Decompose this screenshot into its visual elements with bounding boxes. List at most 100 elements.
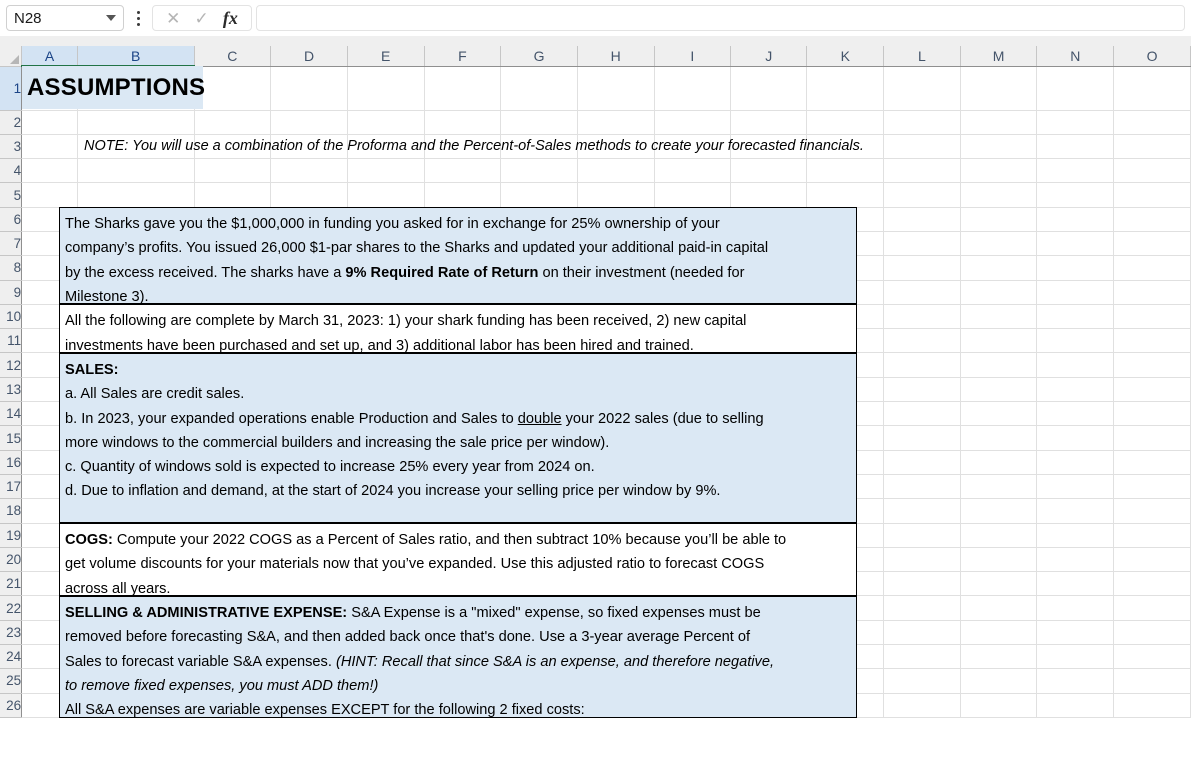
- cell-O25[interactable]: [1114, 669, 1191, 693]
- cell-O24[interactable]: [1114, 645, 1191, 669]
- cell-N6[interactable]: [1037, 207, 1114, 231]
- cell-M20[interactable]: [960, 547, 1037, 571]
- cell-O6[interactable]: [1114, 207, 1191, 231]
- insert-function-icon[interactable]: fx: [223, 9, 238, 27]
- cell-O5[interactable]: [1114, 183, 1191, 207]
- cell-M13[interactable]: [960, 377, 1037, 401]
- assumption-block[interactable]: COGS: Compute your 2022 COGS as a Percen…: [59, 523, 857, 596]
- cell-A2[interactable]: [22, 110, 78, 134]
- cell-O15[interactable]: [1114, 426, 1191, 450]
- cell-M9[interactable]: [960, 280, 1037, 304]
- cell-M26[interactable]: [960, 693, 1037, 717]
- cell-G1[interactable]: [501, 66, 578, 110]
- cell-I2[interactable]: [654, 110, 730, 134]
- cell-M14[interactable]: [960, 402, 1037, 426]
- cell-N14[interactable]: [1037, 402, 1114, 426]
- cell-L13[interactable]: [884, 377, 961, 401]
- row-header-3[interactable]: 3: [0, 134, 22, 158]
- row-header-25[interactable]: 25: [0, 669, 22, 693]
- row-header-24[interactable]: 24: [0, 645, 22, 669]
- cell-M25[interactable]: [960, 669, 1037, 693]
- column-header-c[interactable]: C: [194, 46, 271, 66]
- cell-O7[interactable]: [1114, 231, 1191, 255]
- cell-L24[interactable]: [884, 645, 961, 669]
- cell-L9[interactable]: [884, 280, 961, 304]
- cell-N5[interactable]: [1037, 183, 1114, 207]
- cell-N23[interactable]: [1037, 620, 1114, 644]
- cell-L10[interactable]: [884, 304, 961, 328]
- row-header-15[interactable]: 15: [0, 426, 22, 450]
- column-header-l[interactable]: L: [884, 46, 961, 66]
- cell-H2[interactable]: [577, 110, 654, 134]
- column-header-b[interactable]: B: [77, 46, 194, 66]
- cell-A5[interactable]: [22, 183, 78, 207]
- cell-E4[interactable]: [347, 159, 424, 183]
- cell-O11[interactable]: [1114, 329, 1191, 353]
- cell-I4[interactable]: [654, 159, 730, 183]
- cell-O10[interactable]: [1114, 304, 1191, 328]
- column-header-o[interactable]: O: [1114, 46, 1191, 66]
- cell-N24[interactable]: [1037, 645, 1114, 669]
- name-box[interactable]: N28: [6, 5, 124, 31]
- assumption-block[interactable]: All the following are complete by March …: [59, 304, 857, 353]
- row-header-12[interactable]: 12: [0, 353, 22, 377]
- row-header-18[interactable]: 18: [0, 499, 22, 523]
- column-header-a[interactable]: A: [22, 46, 78, 66]
- cell-M19[interactable]: [960, 523, 1037, 547]
- row-header-26[interactable]: 26: [0, 693, 22, 717]
- cell-N1[interactable]: [1037, 66, 1114, 110]
- row-header-13[interactable]: 13: [0, 377, 22, 401]
- row-header-11[interactable]: 11: [0, 329, 22, 353]
- cell-L25[interactable]: [884, 669, 961, 693]
- row-header-14[interactable]: 14: [0, 402, 22, 426]
- cell-O3[interactable]: [1114, 134, 1191, 158]
- cell-M16[interactable]: [960, 450, 1037, 474]
- cell-N26[interactable]: [1037, 693, 1114, 717]
- cell-D5[interactable]: [271, 183, 348, 207]
- cell-L11[interactable]: [884, 329, 961, 353]
- cell-C1[interactable]: [194, 66, 271, 110]
- cell-N8[interactable]: [1037, 256, 1114, 280]
- cell-O1[interactable]: [1114, 66, 1191, 110]
- column-header-k[interactable]: K: [807, 46, 884, 66]
- cell-O12[interactable]: [1114, 353, 1191, 377]
- row-header-21[interactable]: 21: [0, 572, 22, 596]
- cell-M23[interactable]: [960, 620, 1037, 644]
- formula-bar-more-icon[interactable]: [129, 5, 147, 31]
- cell-L6[interactable]: [884, 207, 961, 231]
- row-header-9[interactable]: 9: [0, 280, 22, 304]
- cell-E2[interactable]: [347, 110, 424, 134]
- row-header-5[interactable]: 5: [0, 183, 22, 207]
- cell-N11[interactable]: [1037, 329, 1114, 353]
- cell-M7[interactable]: [960, 231, 1037, 255]
- cell-O26[interactable]: [1114, 693, 1191, 717]
- cell-D1[interactable]: [271, 66, 348, 110]
- cell-M6[interactable]: [960, 207, 1037, 231]
- column-header-g[interactable]: G: [501, 46, 578, 66]
- cell-N10[interactable]: [1037, 304, 1114, 328]
- row-header-23[interactable]: 23: [0, 620, 22, 644]
- cell-M8[interactable]: [960, 256, 1037, 280]
- row-header-8[interactable]: 8: [0, 256, 22, 280]
- column-header-h[interactable]: H: [577, 46, 654, 66]
- cell-N18[interactable]: [1037, 499, 1114, 523]
- spreadsheet-grid[interactable]: ABCDEFGHIJKLMNO 123456789101112131415161…: [0, 46, 1191, 738]
- cell-L19[interactable]: [884, 523, 961, 547]
- cell-H4[interactable]: [577, 159, 654, 183]
- cell-M21[interactable]: [960, 572, 1037, 596]
- cell-L14[interactable]: [884, 402, 961, 426]
- cell-A4[interactable]: [22, 159, 78, 183]
- cell-L4[interactable]: [884, 159, 961, 183]
- cancel-icon[interactable]: ✕: [166, 10, 180, 27]
- cell-M22[interactable]: [960, 596, 1037, 620]
- cell-K2[interactable]: [807, 110, 884, 134]
- cell-M2[interactable]: [960, 110, 1037, 134]
- cell-O4[interactable]: [1114, 159, 1191, 183]
- cell-M10[interactable]: [960, 304, 1037, 328]
- column-header-i[interactable]: I: [654, 46, 730, 66]
- cell-M17[interactable]: [960, 474, 1037, 498]
- column-header-j[interactable]: J: [730, 46, 807, 66]
- cell-O23[interactable]: [1114, 620, 1191, 644]
- column-header-d[interactable]: D: [271, 46, 348, 66]
- cell-A3[interactable]: [22, 134, 78, 158]
